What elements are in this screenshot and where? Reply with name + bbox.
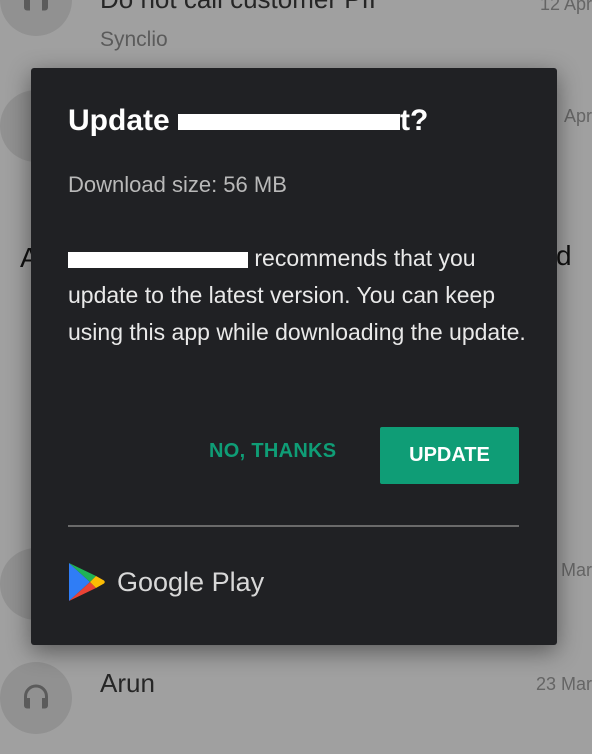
google-play-branding: Google Play	[68, 562, 264, 602]
dialog-title: Update t?	[68, 104, 428, 138]
store-name: Google Play	[117, 566, 265, 597]
no-thanks-button[interactable]: NO, THANKS	[209, 440, 336, 463]
redacted-app-name	[68, 251, 248, 268]
redacted-app-name	[178, 114, 401, 131]
divider	[68, 525, 519, 527]
dialog-title-suffix: t?	[400, 104, 429, 137]
google-play-icon	[69, 563, 105, 601]
dialog-title-prefix: Update	[68, 104, 179, 137]
update-dialog: Update t? Download size: 56 MB recommend…	[31, 68, 557, 645]
dialog-message: recommends that you update to the latest…	[68, 240, 528, 351]
update-button[interactable]: UPDATE	[380, 427, 519, 484]
download-size: Download size: 56 MB	[68, 172, 287, 197]
